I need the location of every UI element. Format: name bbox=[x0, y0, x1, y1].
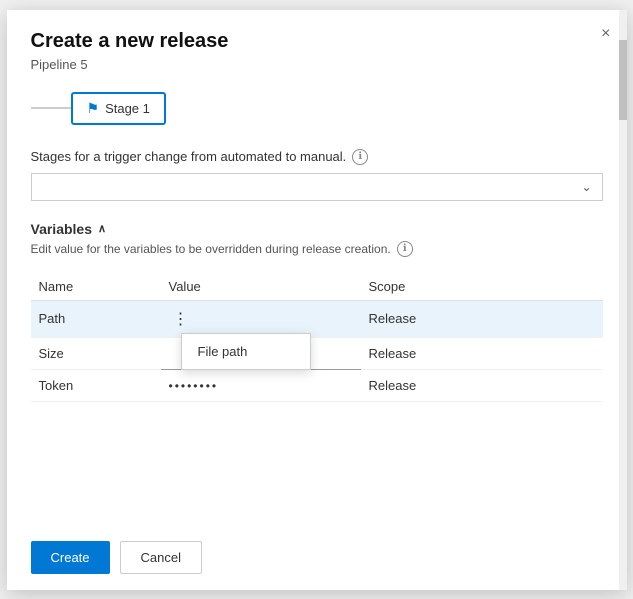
stage-label: Stage 1 bbox=[105, 101, 150, 116]
stage-line bbox=[31, 107, 71, 109]
variables-table: Name Value Scope Path ⋮ File path bbox=[31, 273, 603, 402]
cancel-button[interactable]: Cancel bbox=[120, 541, 202, 574]
chevron-down-icon: ⌄ bbox=[581, 180, 591, 194]
col-header-name: Name bbox=[31, 273, 161, 301]
trigger-label: Stages for a trigger change from automat… bbox=[31, 149, 603, 165]
col-header-scope: Scope bbox=[361, 273, 603, 301]
var-value-path: ⋮ File path bbox=[161, 300, 361, 337]
trigger-info-icon[interactable]: ℹ bbox=[352, 149, 368, 165]
dialog-title: Create a new release bbox=[31, 30, 603, 53]
variables-heading: Variables ∧ bbox=[31, 221, 603, 237]
var-value-token: •••••••• bbox=[161, 369, 361, 401]
file-path-popup: File path bbox=[181, 333, 311, 370]
var-scope-path: Release bbox=[361, 300, 603, 337]
variables-section: Variables ∧ Edit value for the variables… bbox=[31, 221, 603, 402]
trigger-text: Stages for a trigger change from automat… bbox=[31, 149, 347, 164]
table-row: Size Release bbox=[31, 337, 603, 369]
var-name-size: Size bbox=[31, 337, 161, 369]
stage-container: ⚑ Stage 1 bbox=[31, 88, 603, 129]
table-row: Path ⋮ File path Release bbox=[31, 300, 603, 337]
content-area: ⚑ Stage 1 Stages for a trigger change fr… bbox=[7, 88, 627, 525]
var-scope-size: Release bbox=[361, 337, 603, 369]
dialog-footer: Create Cancel bbox=[7, 525, 627, 590]
stage-icon: ⚑ bbox=[87, 100, 100, 117]
var-name-path: Path bbox=[31, 300, 161, 337]
scrollbar-track bbox=[619, 10, 627, 590]
trigger-dropdown[interactable]: ⌄ bbox=[31, 173, 603, 201]
variables-description: Edit value for the variables to be overr… bbox=[31, 241, 603, 257]
dialog-header: × Create a new release Pipeline 5 bbox=[7, 10, 627, 88]
variables-desc-text: Edit value for the variables to be overr… bbox=[31, 242, 391, 256]
pipeline-name: Pipeline 5 bbox=[31, 57, 603, 72]
var-scope-token: Release bbox=[361, 369, 603, 401]
variables-info-icon[interactable]: ℹ bbox=[397, 241, 413, 257]
three-dots-button[interactable]: ⋮ bbox=[169, 309, 193, 329]
password-dots: •••••••• bbox=[169, 379, 219, 393]
table-row: Token •••••••• Release bbox=[31, 369, 603, 401]
file-path-option[interactable]: File path bbox=[182, 334, 310, 369]
create-button[interactable]: Create bbox=[31, 541, 110, 574]
col-header-value: Value bbox=[161, 273, 361, 301]
create-release-dialog: × Create a new release Pipeline 5 ⚑ Stag… bbox=[7, 10, 627, 590]
stage-box[interactable]: ⚑ Stage 1 bbox=[71, 92, 166, 125]
chevron-up-icon[interactable]: ∧ bbox=[98, 222, 106, 235]
close-button[interactable]: × bbox=[601, 26, 610, 42]
variables-title: Variables bbox=[31, 221, 93, 237]
var-name-token: Token bbox=[31, 369, 161, 401]
